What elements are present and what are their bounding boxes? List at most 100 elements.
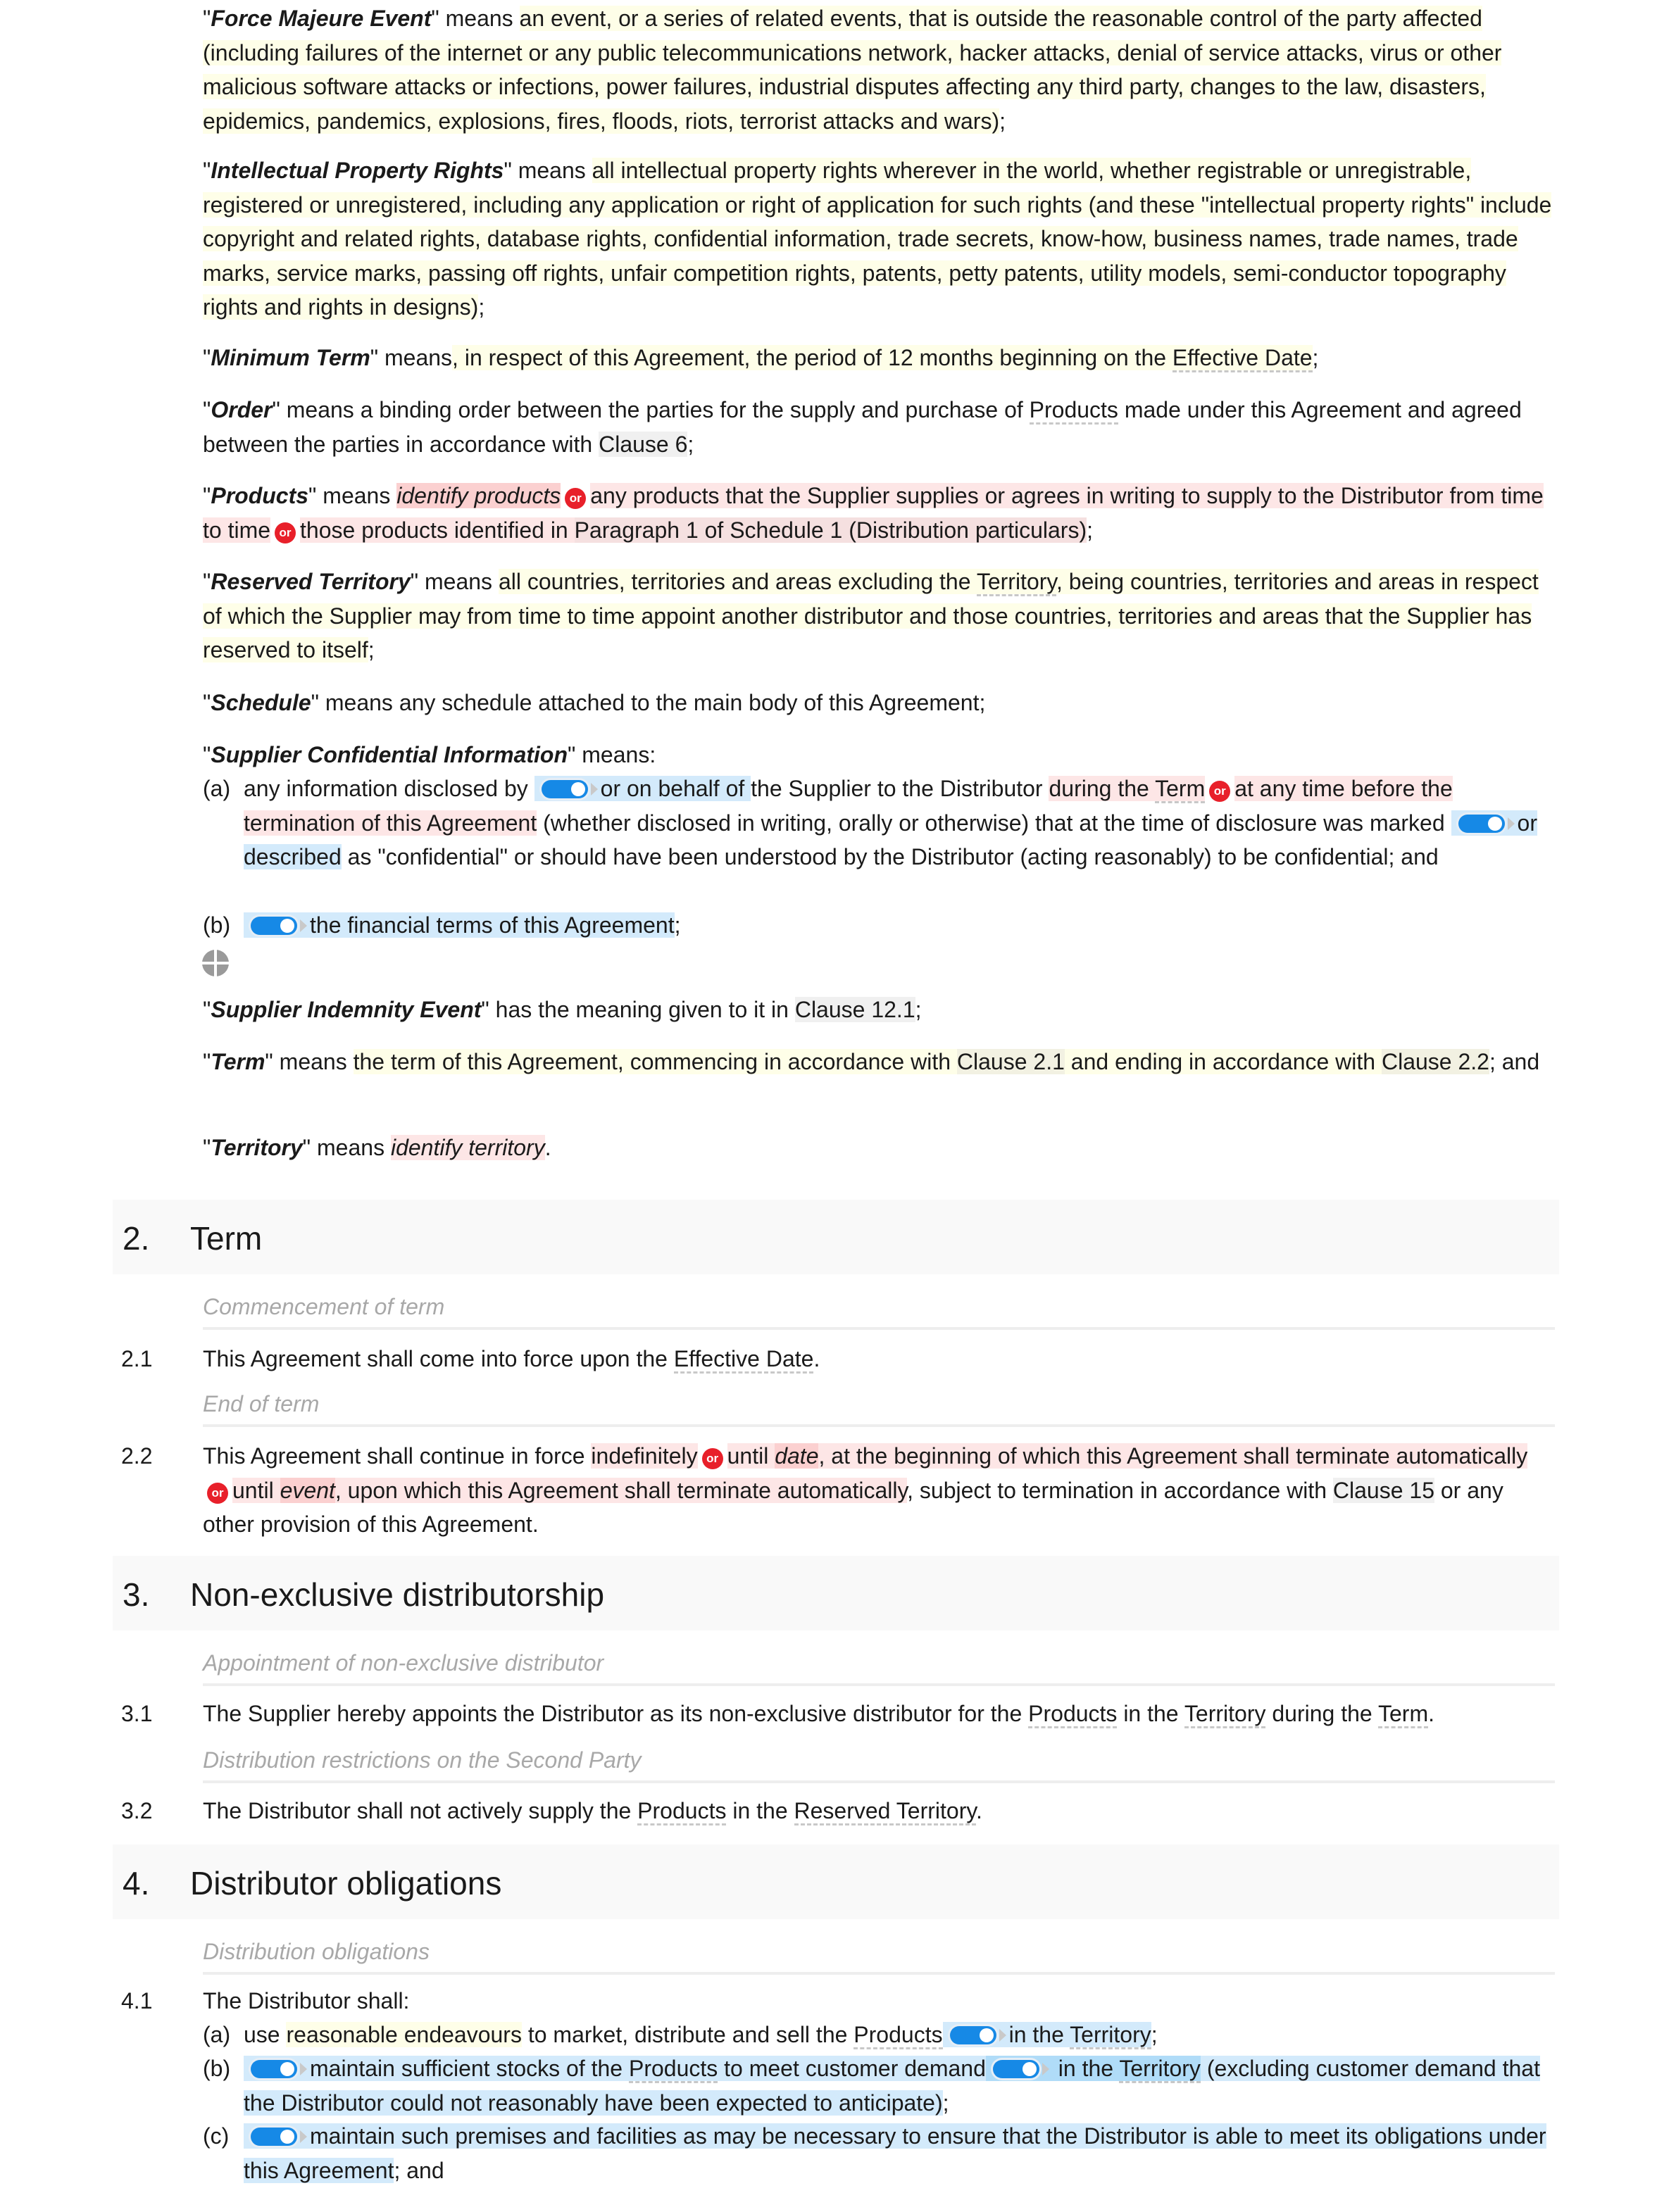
defined-term-link[interactable]: Products — [637, 1798, 727, 1825]
defined-term-link[interactable]: Products — [628, 2056, 718, 2083]
defined-term: Products — [211, 483, 309, 508]
or-alternative-icon[interactable]: or — [701, 1448, 723, 1469]
section-heading: 2. Term — [113, 1200, 1559, 1274]
toggle-text[interactable]: the financial terms of this Agreement — [244, 912, 675, 938]
toggle-icon[interactable] — [949, 2026, 996, 2044]
definition-schedule: "Schedule" means any schedule attached t… — [203, 690, 986, 715]
definition-minimum-term: "Minimum Term" means, in respect of this… — [203, 341, 1555, 375]
nested-toggle-text[interactable]: in the Territory — [985, 2056, 1201, 2083]
or-alternative-icon[interactable]: or — [275, 522, 296, 543]
clause-text: The Distributor shall not actively suppl… — [203, 1794, 1555, 1828]
alternative-option[interactable]: during the Term — [1049, 776, 1206, 803]
defined-term: Intellectual Property Rights — [211, 158, 504, 183]
defined-term-link[interactable]: Term — [1378, 1701, 1429, 1728]
clause-caption[interactable]: Commencement of term — [203, 1294, 1555, 1330]
add-list-item-icon[interactable] — [201, 949, 230, 977]
arrow-icon — [1507, 817, 1515, 830]
toggle-text[interactable]: in the Territory — [942, 2022, 1151, 2049]
toggle-switch[interactable] — [986, 2051, 1052, 2086]
placeholder-field[interactable]: identify territory — [390, 1135, 545, 1160]
defined-term-link[interactable]: Territory — [976, 569, 1057, 596]
defined-term-link[interactable]: Products — [853, 2022, 943, 2049]
optional-text[interactable]: , in respect of this Agreement, the peri… — [452, 345, 1313, 372]
clause-reference[interactable]: Clause 6 — [599, 431, 688, 457]
arrow-icon — [999, 2029, 1006, 2042]
clause-caption[interactable]: End of term — [203, 1391, 1555, 1427]
arrow-icon — [300, 919, 307, 932]
placeholder-field[interactable]: date — [775, 1443, 819, 1469]
defined-term: Supplier Confidential Information — [211, 742, 568, 767]
toggle-switch[interactable] — [1451, 806, 1518, 841]
definition-supplier-ci: "Supplier Confidential Information" mean… — [203, 742, 656, 767]
list-item: the financial terms of this Agreement; — [244, 908, 1553, 943]
clause-reference[interactable]: Clause 2.1 — [956, 1049, 1065, 1074]
toggle-switch[interactable] — [244, 2051, 310, 2086]
section-title: Distributor obligations — [190, 1865, 502, 1902]
definition-territory: "Territory" means identify territory. — [203, 1135, 551, 1160]
clause-number: 2.2 — [121, 1443, 153, 1469]
alternative-option[interactable]: indefinitely — [591, 1443, 698, 1469]
toggle-switch[interactable] — [244, 2119, 310, 2154]
definition-force-majeure: "Force Majeure Event" means an event, or… — [203, 6, 1502, 134]
optional-text[interactable]: reasonable endeavours — [286, 2022, 522, 2047]
list-label: (c) — [203, 2123, 230, 2149]
section-number: 3. — [123, 1576, 150, 1613]
defined-term-link[interactable]: Products — [1028, 1701, 1118, 1728]
clause-text: This Agreement shall come into force upo… — [203, 1342, 1555, 1376]
arrow-icon — [300, 2130, 307, 2143]
placeholder-field[interactable]: event — [280, 1477, 335, 1503]
or-alternative-icon[interactable]: or — [207, 1482, 228, 1504]
defined-term-link[interactable]: Reserved Territory — [794, 1798, 976, 1825]
clause-reference[interactable]: Paragraph 1 of Schedule 1 (Distribution … — [574, 517, 1087, 543]
defined-term-link[interactable]: Territory — [1184, 1701, 1266, 1728]
or-alternative-icon[interactable]: or — [1209, 781, 1231, 802]
defined-term-link[interactable]: Effective Date — [1172, 345, 1313, 372]
toggle-icon[interactable] — [992, 2060, 1039, 2078]
toggle-switch[interactable] — [943, 2018, 1009, 2052]
toggle-switch[interactable] — [534, 772, 601, 806]
list-label: (b) — [203, 2056, 231, 2081]
clause-caption[interactable]: Appointment of non-exclusive distributor — [203, 1650, 1555, 1686]
alternative-option[interactable]: those products identified in Paragraph 1… — [300, 517, 1087, 543]
section-heading: 4. Distributor obligations — [113, 1845, 1559, 1919]
defined-term-link[interactable]: Term — [1155, 776, 1206, 803]
clause-reference[interactable]: Clause 12.1 — [794, 997, 915, 1022]
optional-text[interactable]: the term of this Agreement, commencing i… — [353, 1049, 1489, 1074]
defined-term-link[interactable]: Products — [1029, 397, 1118, 425]
defined-term-link[interactable]: Effective Date — [673, 1346, 814, 1374]
alternative-option[interactable]: until date, at the beginning of which th… — [727, 1443, 1528, 1469]
toggle-text[interactable]: maintain sufficient stocks of the Produc… — [244, 2056, 1540, 2116]
clause-intro: The Distributor shall: — [203, 1988, 410, 2013]
clause-caption[interactable]: Distribution obligations — [203, 1939, 1555, 1975]
alternative-option[interactable]: until event, upon which this Agreement s… — [232, 1477, 908, 1503]
section-title: Non-exclusive distributorship — [190, 1576, 605, 1613]
toggle-switch[interactable] — [244, 908, 310, 943]
arrow-icon — [300, 2063, 307, 2075]
toggle-icon[interactable] — [251, 917, 297, 935]
clause-caption[interactable]: Distribution restrictions on the Second … — [203, 1747, 1555, 1783]
placeholder-field[interactable]: identify products — [396, 483, 561, 508]
toggle-text[interactable]: or on behalf of — [534, 776, 751, 801]
definition-products: "Products" means identify products or any … — [203, 483, 1544, 543]
clause-reference[interactable]: Clause 15 — [1332, 1477, 1434, 1503]
section-heading: 3. Non-exclusive distributorship — [113, 1556, 1559, 1630]
clause-number: 4.1 — [121, 1988, 153, 2013]
defined-term-link[interactable]: Territory — [1070, 2022, 1151, 2049]
defined-term-link[interactable]: Territory — [1119, 2056, 1201, 2083]
arrow-icon — [1042, 2063, 1049, 2075]
definition-reserved-territory: "Reserved Territory" means all countries… — [203, 569, 1539, 662]
clause-number: 2.1 — [121, 1346, 153, 1371]
toggle-icon[interactable] — [251, 2128, 297, 2146]
definition-term: "Term" means the term of this Agreement,… — [203, 1049, 1540, 1074]
defined-term: Minimum Term — [211, 345, 370, 370]
toggle-icon[interactable] — [1458, 814, 1505, 833]
defined-term: Schedule — [211, 690, 311, 715]
clause-reference[interactable]: Clause 2.2 — [1381, 1049, 1489, 1074]
or-alternative-icon[interactable]: or — [565, 488, 587, 509]
arrow-icon — [590, 783, 598, 796]
list-item: any information disclosed by or on behal… — [244, 772, 1553, 874]
defined-term: Supplier Indemnity Event — [211, 997, 482, 1022]
toggle-icon[interactable] — [251, 2060, 297, 2078]
toggle-icon[interactable] — [541, 780, 588, 798]
clause-text: The Supplier hereby appoints the Distrib… — [203, 1697, 1555, 1731]
